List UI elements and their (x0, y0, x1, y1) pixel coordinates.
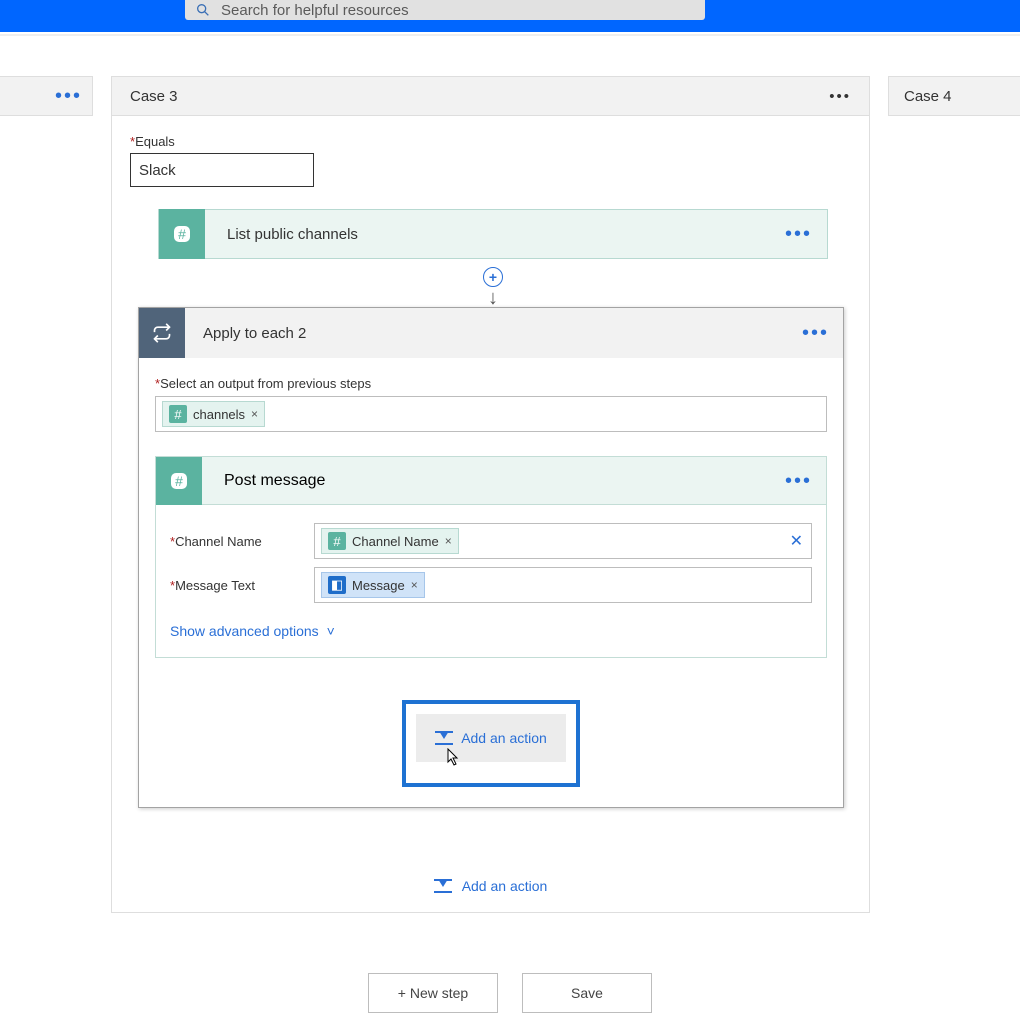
cursor-icon (444, 748, 566, 773)
step-connector: + ↓ (158, 259, 828, 307)
ellipsis-icon[interactable]: ••• (785, 471, 812, 491)
add-action-button-outer[interactable]: Add an action (130, 878, 851, 894)
channels-token[interactable]: # channels × (162, 401, 265, 427)
channel-name-input[interactable]: # Channel Name × ✕ (314, 523, 812, 559)
add-action-icon (435, 731, 453, 745)
ellipsis-icon[interactable]: ••• (829, 89, 851, 104)
message-text-label: *Message Text (170, 578, 314, 593)
add-action-icon (434, 879, 452, 893)
arrow-down-icon: ↓ (488, 287, 498, 310)
equals-input[interactable]: Slack (130, 153, 314, 187)
select-output-input[interactable]: # channels × (155, 396, 827, 432)
channel-name-label: *Channel Name (170, 534, 314, 549)
apply-to-each-header[interactable]: Apply to each 2 ••• (139, 308, 843, 358)
case-right-title: Case 4 (904, 88, 952, 105)
clear-input-icon[interactable]: ✕ (790, 531, 803, 551)
svg-text:#: # (178, 226, 186, 242)
case-main-header[interactable]: Case 3 ••• (111, 76, 870, 116)
apply-to-each-title: Apply to each 2 (203, 325, 802, 342)
loop-icon (139, 308, 185, 358)
post-message-header[interactable]: # Post message ••• (156, 457, 826, 505)
add-step-connector[interactable]: + (483, 267, 503, 287)
search-icon (195, 2, 211, 18)
save-button[interactable]: Save (522, 973, 652, 1013)
add-action-wrap: Add an action (155, 700, 827, 797)
svg-text:#: # (175, 473, 183, 489)
apply-to-each-body: *Select an output from previous steps # … (139, 358, 843, 807)
ellipsis-icon: ••• (55, 86, 82, 106)
case-main-title: Case 3 (130, 88, 178, 105)
slack-icon: # (169, 405, 187, 423)
case-main: Case 3 ••• *Equals Slack # List public c… (111, 76, 870, 913)
channel-name-token[interactable]: # Channel Name × (321, 528, 459, 554)
message-text-input[interactable]: ◧ Message × (314, 567, 812, 603)
ellipsis-icon[interactable]: ••• (802, 323, 829, 343)
slack-icon: # (159, 209, 205, 259)
case-body: *Equals Slack # List public channels •••… (111, 116, 870, 913)
message-text-row: *Message Text ◧ Message × (170, 567, 812, 603)
show-advanced-options[interactable]: Show advanced options ˅ (170, 623, 812, 639)
post-message-step: # Post message ••• *Channel Name (155, 456, 827, 658)
apply-to-each-card: Apply to each 2 ••• *Select an output fr… (138, 307, 844, 808)
channel-name-row: *Channel Name # Channel Name × ✕ (170, 523, 812, 559)
remove-token-icon[interactable]: × (445, 534, 452, 548)
post-message-title: Post message (224, 472, 785, 490)
equals-value: Slack (139, 162, 176, 179)
footer: + New step Save (0, 973, 1020, 1013)
chevron-down-icon: ˅ (327, 623, 335, 639)
equals-label: *Equals (130, 134, 851, 149)
case-right[interactable]: Case 4 (888, 76, 1020, 116)
case-left-overflow[interactable]: ••• (0, 76, 93, 116)
slack-icon: # (156, 457, 202, 505)
slack-icon: # (328, 532, 346, 550)
post-message-body: *Channel Name # Channel Name × ✕ (156, 505, 826, 657)
list-channels-title: List public channels (227, 226, 785, 243)
search-placeholder: Search for helpful resources (221, 2, 409, 19)
search-box[interactable]: Search for helpful resources (185, 0, 705, 20)
remove-token-icon[interactable]: × (251, 407, 258, 421)
select-output-label: *Select an output from previous steps (155, 376, 827, 391)
ellipsis-icon[interactable]: ••• (785, 224, 812, 244)
list-channels-step[interactable]: # List public channels ••• (158, 209, 828, 259)
new-step-button[interactable]: + New step (368, 973, 498, 1013)
message-token[interactable]: ◧ Message × (321, 572, 425, 598)
dynamic-content-icon: ◧ (328, 576, 346, 594)
remove-token-icon[interactable]: × (411, 578, 418, 592)
top-bar: Search for helpful resources (0, 0, 1020, 32)
add-action-highlight: Add an action (402, 700, 580, 787)
divider (0, 34, 1020, 36)
cases-row: ••• Case 3 ••• *Equals Slack # List publ… (0, 76, 1020, 913)
